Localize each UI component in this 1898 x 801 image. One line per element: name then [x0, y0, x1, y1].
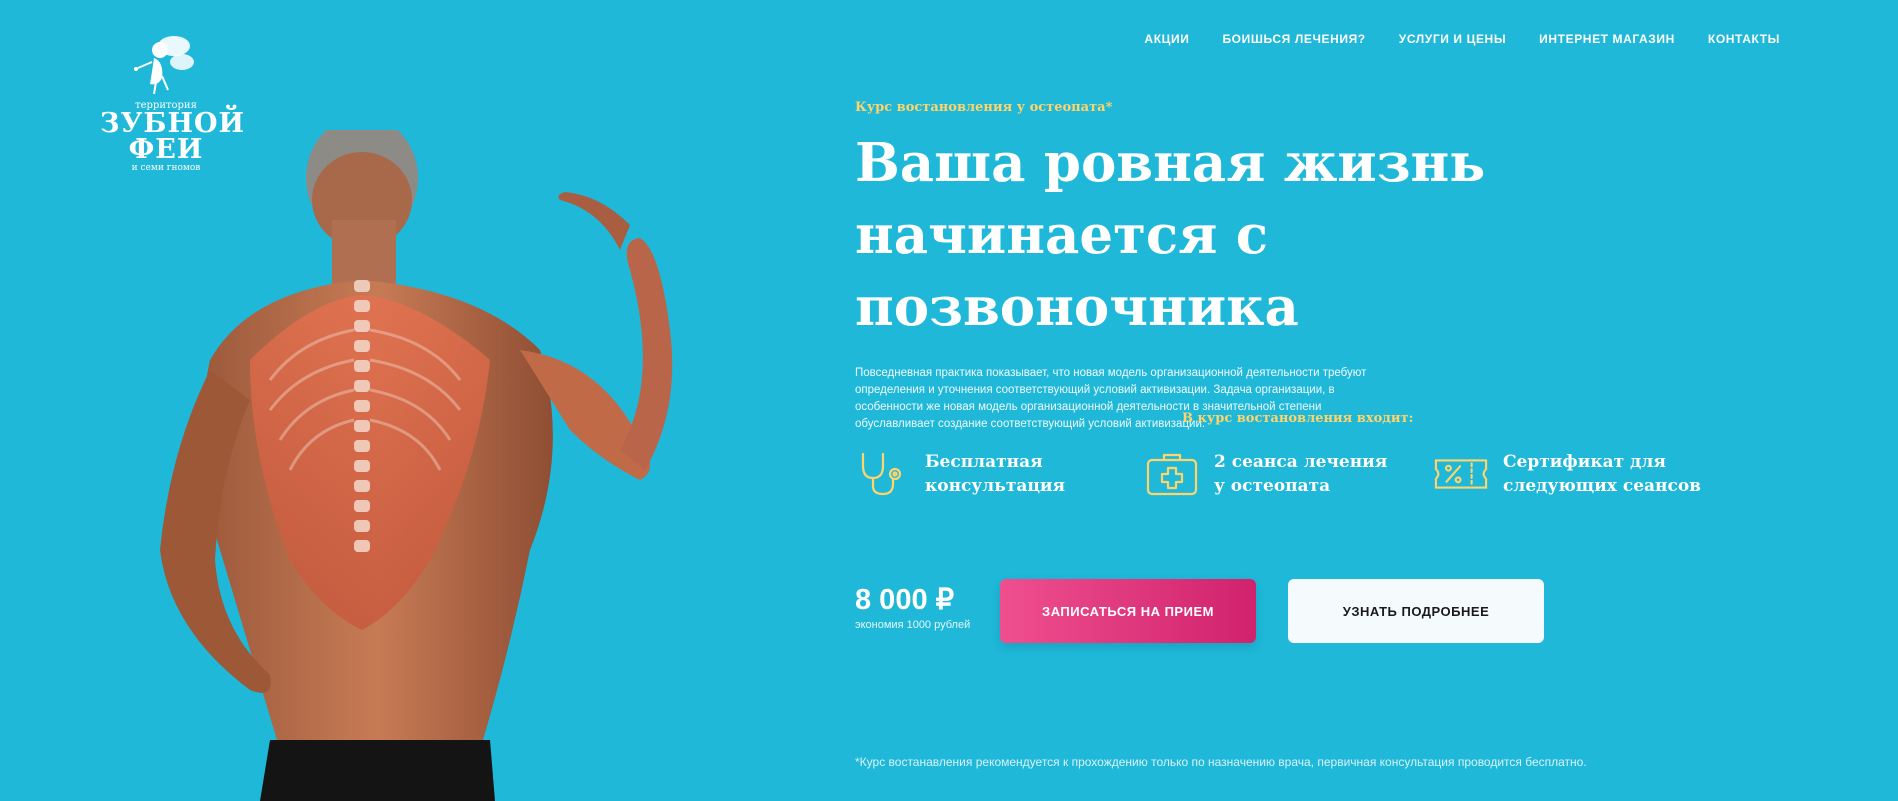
feature-consultation-line1: Бесплатная — [925, 452, 1043, 472]
features-list: Бесплатная консультация 2 сеанса лечения… — [855, 450, 1722, 498]
price-savings-note: экономия 1000 рублей — [855, 619, 971, 631]
tooth-fairy-icon — [134, 36, 194, 95]
nav-item-shop[interactable]: ИНТЕРНЕТ МАГАЗИН — [1539, 32, 1675, 46]
feature-sessions-line1: 2 сеанса лечения — [1214, 452, 1388, 472]
nav-item-services[interactable]: УСЛУГИ И ЦЕНЫ — [1399, 32, 1506, 46]
feature-certificate-line2: следующих сеансов — [1503, 476, 1701, 496]
hero-back-anatomy-image — [100, 116, 780, 801]
main-nav: АКЦИИ БОИШЬСЯ ЛЕЧЕНИЯ? УСЛУГИ И ЦЕНЫ ИНТ… — [1144, 32, 1780, 46]
feature-certificate-line1: Сертификат для — [1503, 452, 1666, 472]
feature-sessions-line2: у остеопата — [1214, 476, 1331, 496]
book-appointment-button[interactable]: ЗАПИСАТЬСЯ НА ПРИЕМ — [1000, 579, 1256, 643]
price-block: 8 000 ₽ экономия 1000 рублей — [855, 582, 970, 631]
footnote: *Курс востанавления рекомендуется к прох… — [855, 755, 1587, 769]
learn-more-button[interactable]: УЗНАТЬ ПОДРОБНЕЕ — [1288, 579, 1544, 643]
first-aid-kit-icon — [1144, 450, 1200, 498]
hero-kicker: Курс востановления у остеопата* — [855, 100, 1113, 115]
nav-item-contacts[interactable]: КОНТАКТЫ — [1708, 32, 1780, 46]
stethoscope-icon — [855, 450, 911, 498]
feature-consultation-line2: консультация — [925, 476, 1066, 496]
nav-item-promotions[interactable]: АКЦИИ — [1144, 32, 1189, 46]
hero-content: Курс востановления у остеопата* Ваша ров… — [855, 100, 1815, 643]
feature-consultation: Бесплатная консультация — [855, 450, 1144, 498]
headline-line1: Ваша ровная жизнь — [855, 132, 1486, 194]
hero-headline: Ваша ровная жизнь начинается с позвоночн… — [855, 127, 1635, 343]
price-value: 8 000 ₽ — [855, 584, 955, 616]
headline-line2: начинается с позвоночника — [855, 204, 1299, 338]
includes-title: В курс востановления входит: — [1182, 411, 1414, 426]
discount-ticket-icon — [1433, 450, 1489, 498]
feature-certificate: Сертификат для следующих сеансов — [1433, 450, 1722, 498]
feature-sessions: 2 сеанса лечения у остеопата — [1144, 450, 1433, 498]
nav-item-fear[interactable]: БОИШЬСЯ ЛЕЧЕНИЯ? — [1222, 32, 1365, 46]
